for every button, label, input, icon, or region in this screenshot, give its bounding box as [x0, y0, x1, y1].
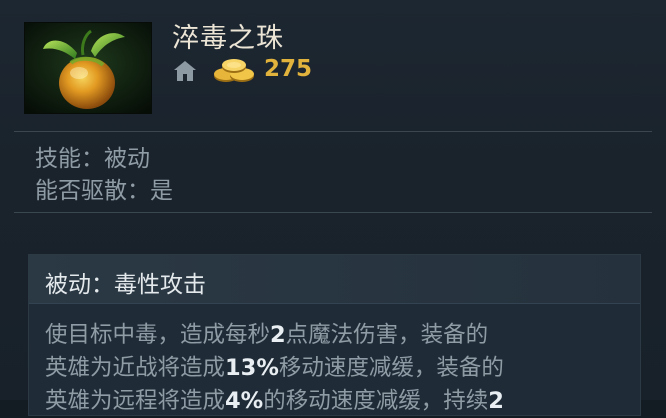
gold-coins-icon [214, 59, 254, 82]
description-line: 使目标中毒，造成每秒2点魔法伤害，装备的 [45, 322, 489, 348]
header-divider [14, 131, 652, 132]
home-icon [174, 61, 196, 81]
property-ability-type: 技能：被动 [35, 146, 150, 172]
item-properties: 技能：被动 能否驱散：是 [35, 143, 173, 207]
item-name: 淬毒之珠 [172, 23, 284, 54]
property-dispellable: 能否驱散：是 [35, 178, 173, 204]
ability-panel: 被动：毒性攻击 使目标中毒，造成每秒2点魔法伤害，装备的 英雄为近战将造成13%… [28, 254, 641, 416]
description-line: 英雄为近战将造成13%移动速度减缓，装备的 [45, 355, 504, 381]
properties-divider [14, 212, 652, 213]
poison-orb-icon [25, 23, 151, 113]
item-tooltip: 淬毒之珠 275 技能：被动 能否驱散：是 被动：毒性攻击 使目标中毒，造成每秒… [0, 0, 666, 416]
ability-header: 被动：毒性攻击 [29, 255, 640, 304]
description-line: 英雄为远程将造成4%的移动速度减缓，持续2 [45, 388, 504, 414]
ability-title: 被动：毒性攻击 [45, 272, 206, 298]
item-icon-frame [24, 22, 152, 114]
tooltip-header: 淬毒之珠 275 [0, 0, 666, 126]
ability-description: 使目标中毒，造成每秒2点魔法伤害，装备的 英雄为近战将造成13%移动速度减缓，装… [45, 319, 635, 418]
item-cost: 275 [264, 56, 313, 82]
